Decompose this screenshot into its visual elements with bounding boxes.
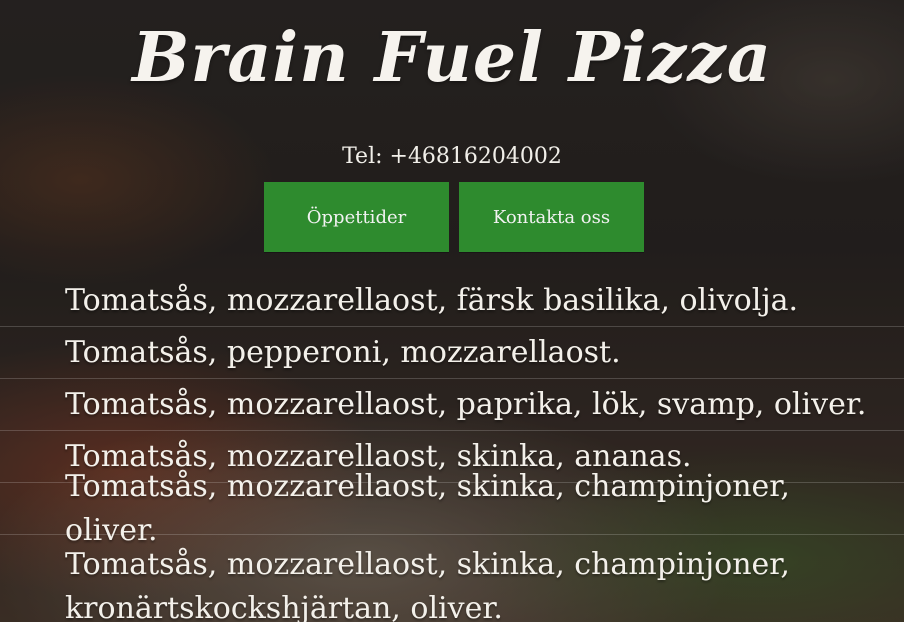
menu-item-description: Tomatsås, mozzarellaost, skinka, champin… — [65, 547, 790, 622]
menu-item-row: Tomatsås, mozzarellaost, skinka, champin… — [0, 535, 904, 622]
telephone-number: Tel: +46816204002 — [342, 144, 562, 169]
contact-us-button[interactable]: Kontakta oss — [459, 182, 644, 252]
menu-item-row: Tomatsås, mozzarellaost, paprika, lök, s… — [0, 379, 904, 431]
page-content: Brain Fuel Pizza Tel: +46816204002 Öppet… — [0, 0, 904, 622]
menu-item-row: Tomatsås, pepperoni, mozzarellaost. — [0, 327, 904, 379]
menu-item-description: Tomatsås, mozzarellaost, färsk basilika,… — [65, 282, 799, 318]
site-title: Brain Fuel Pizza — [132, 18, 772, 98]
opening-hours-button[interactable]: Öppettider — [264, 182, 449, 252]
action-buttons: Öppettider Kontakta oss — [264, 182, 644, 252]
menu-item-description: Tomatsås, pepperoni, mozzarellaost. — [65, 334, 621, 370]
menu-item-row: Tomatsås, mozzarellaost, skinka, champin… — [0, 469, 904, 548]
menu-item-row: Tomatsås, mozzarellaost, färsk basilika,… — [0, 275, 904, 327]
pizza-menu-list: Tomatsås, mozzarellaost, färsk basilika,… — [0, 275, 904, 622]
menu-item-description: Tomatsås, mozzarellaost, paprika, lök, s… — [65, 386, 867, 422]
